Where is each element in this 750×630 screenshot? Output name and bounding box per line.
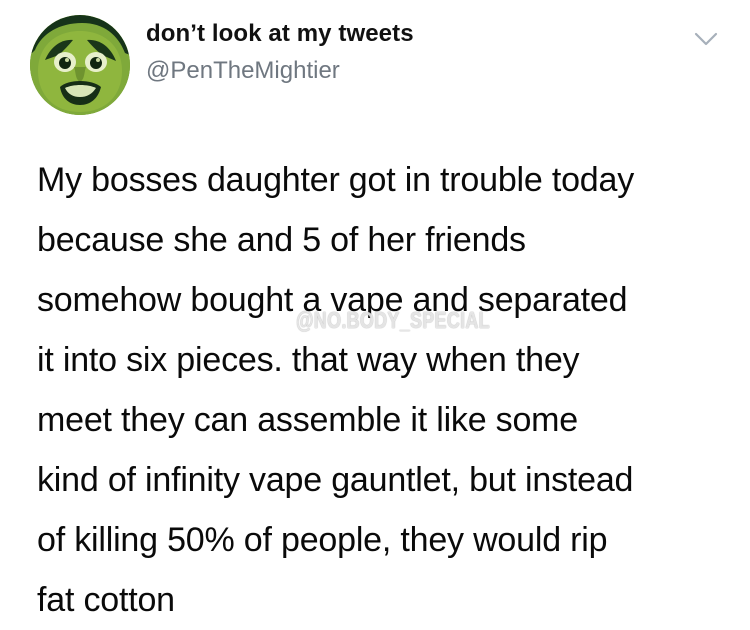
tweet-text-line: fat cotton [37,581,175,619]
tweet-text-line: somehow bought a vape and separated [37,281,628,319]
display-name[interactable]: don’t look at my tweets [146,20,414,48]
chevron-down-icon[interactable] [694,30,718,48]
user-handle[interactable]: @PenTheMightier [146,57,340,85]
tweet-text-line: because she and 5 of her friends [37,221,526,259]
tweet-card: don’t look at my tweets @PenTheMightier … [0,0,750,625]
avatar[interactable] [30,15,130,115]
tweet-text-line: meet they can assemble it like some [37,401,579,439]
tweet-text: My bosses daughter got in trouble today … [37,150,742,630]
avatar-face-icon [30,15,130,115]
tweet-text-line: of killing 50% of people, they would rip [37,521,608,559]
tweet-text-line: it into six pieces. that way when they [37,341,580,379]
tweet-text-line: kind of infinity vape gauntlet, but inst… [37,461,634,499]
tweet-text-line: My bosses daughter got in trouble today [37,161,635,199]
